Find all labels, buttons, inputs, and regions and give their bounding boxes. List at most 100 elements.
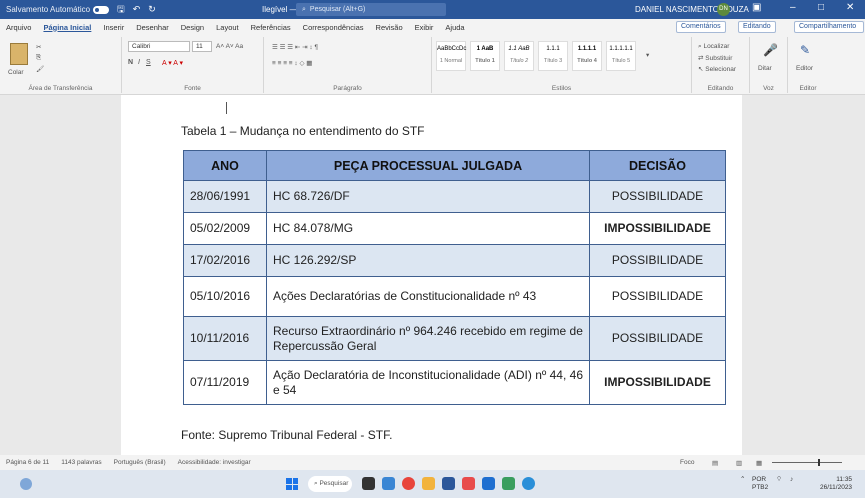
cell-date: 28/06/1991 [183,180,267,213]
tab-design[interactable]: Design [175,23,210,32]
tab-pagina-inicial[interactable]: Página Inicial [37,23,97,32]
language-status[interactable]: Português (Brasil) [114,459,166,466]
undo-icon[interactable]: ↶ [133,4,141,15]
comments-button[interactable]: Comentários [676,21,726,33]
tab-arquivo[interactable]: Arquivo [0,23,37,32]
editing-mode-button[interactable]: Editando [738,21,776,33]
cell-date: 17/02/2016 [183,244,267,277]
language-indicator[interactable]: POR PTB2 [752,476,768,492]
grow-font-icon[interactable]: A˄ A˅ Aa [216,43,243,50]
print-layout-icon[interactable]: ▥ [736,459,742,467]
italic-icon[interactable]: I [138,59,140,66]
table-row: 28/06/1991 HC 68.726/DF POSSIBILIDADE [183,180,726,213]
pdf-icon[interactable] [462,477,475,490]
format-painter-icon[interactable]: 🖌 [36,65,44,73]
cell-date: 07/11/2019 [183,360,267,405]
page-count[interactable]: Página 6 de 11 [6,459,49,466]
tab-inserir[interactable]: Inserir [97,23,130,32]
copy-icon[interactable]: ⎘ [36,54,41,62]
style-sample: 1 AaB [476,46,494,52]
cell-date: 05/10/2016 [183,276,267,317]
tab-revisao[interactable]: Revisão [370,23,409,32]
redo-icon[interactable]: ↻ [148,4,156,15]
style-sample: 1.1.1.1 [577,46,597,52]
font-size-select[interactable]: 11 [192,41,212,52]
style-titulo-2[interactable]: 1.1 AaB Título 2 [504,41,534,71]
store-icon[interactable] [482,477,495,490]
editor-pen-icon[interactable]: ✎ [800,43,810,57]
app-icon[interactable] [502,477,515,490]
search-input[interactable]: ⌕ Pesquisar (Alt+G) [296,3,446,16]
volume-icon[interactable]: ♪ [790,476,793,484]
paste-icon[interactable] [10,43,28,65]
zoom-slider[interactable] [772,462,842,463]
word-count[interactable]: 1143 palavras [61,459,101,466]
microphone-icon[interactable]: 🎤 [763,43,778,57]
header-piece: PEÇA PROCESSUAL JULGADA [266,150,590,181]
edge-icon[interactable] [522,477,535,490]
close-icon[interactable]: ✕ [846,2,854,13]
tab-desenhar[interactable]: Desenhar [130,23,175,32]
chrome-icon[interactable] [402,477,415,490]
table-row: 17/02/2016 HC 126.292/SP POSSIBILIDADE [183,244,726,277]
cell-decision: POSSIBILIDADE [589,316,726,361]
cell-date: 10/11/2016 [183,316,267,361]
user-name[interactable]: DANIEL NASCIMENTO SOUZA [635,5,749,14]
zoom-slider-thumb[interactable] [818,459,820,466]
minimize-icon[interactable]: – [790,2,796,13]
share-button[interactable]: Compartilhamento [794,21,864,33]
style-titulo-4[interactable]: 1.1.1.1 Título 4 [572,41,602,71]
read-mode-icon[interactable]: ▤ [712,459,718,467]
avatar[interactable]: DN [717,3,730,16]
style-sample: 1.1 AaB [508,46,530,52]
bullets-icon[interactable]: ☰ ☰ ☰ ⇤ ⇥ ↕ ¶ [272,43,318,51]
find-button[interactable]: ⌕ Localizar [698,43,729,51]
weather-icon[interactable] [20,478,32,490]
underline-icon[interactable]: S [146,59,151,66]
select-button[interactable]: ↖ Selecionar [698,65,736,73]
tab-exibir[interactable]: Exibir [409,23,440,32]
style-titulo-3[interactable]: 1.1.1 Título 3 [538,41,568,71]
task-view-icon[interactable] [362,477,375,490]
font-color-icon[interactable]: A ▾ A ▾ [162,59,183,67]
style-name: Título 5 [611,58,631,64]
dictate-label[interactable]: Ditar [758,65,772,72]
clipboard-group-label: Área de Transferência [28,85,93,92]
find-label: Localizar [703,43,730,50]
autosave-toggle[interactable] [93,5,110,14]
widgets-icon[interactable] [382,477,395,490]
save-icon[interactable]: 🖫 [117,2,125,18]
focus-button[interactable]: Foco [680,459,694,466]
style-titulo-5[interactable]: 1.1.1.1.1 Título 5 [606,41,636,71]
font-name-select[interactable]: Calibri [128,41,190,52]
bold-icon[interactable]: N [128,59,133,66]
network-icon[interactable]: ⌔ [776,476,782,484]
tab-referencias[interactable]: Referências [245,23,297,32]
style-normal[interactable]: AaBbCcDc 1 Normal [436,41,466,71]
clock[interactable]: 11:35 26/11/2023 [820,476,852,492]
style-titulo-1[interactable]: 1 AaB Título 1 [470,41,500,71]
table-caption: Tabela 1 – Mudança no entendimento do ST… [181,124,425,138]
paste-label[interactable]: Colar [8,69,24,76]
cut-icon[interactable]: ✂ [36,43,41,51]
file-explorer-icon[interactable] [422,477,435,490]
taskbar-search[interactable]: ⌕ Pesquisar [308,476,352,492]
cell-decision: POSSIBILIDADE [589,244,726,277]
text-cursor [226,102,227,114]
style-name: Título 3 [543,58,563,64]
maximize-icon[interactable]: □ [818,2,824,13]
replace-button[interactable]: ⇄ Substituir [698,54,732,62]
editor-label[interactable]: Editor [796,65,813,72]
tab-correspondencias[interactable]: Correspondências [297,23,370,32]
tab-ajuda[interactable]: Ajuda [439,23,470,32]
accessibility-status[interactable]: Acessibilidade: investigar [178,459,251,466]
align-icon[interactable]: ≡ ≡ ≡ ≡ ↕ ◇ ▦ [272,59,312,67]
ribbon-display-icon[interactable]: ▣ [752,2,761,13]
word-taskbar-icon[interactable] [442,477,455,490]
start-icon[interactable] [286,478,298,490]
styles-more-icon[interactable]: ▾ [646,51,649,59]
web-layout-icon[interactable]: ▦ [756,459,762,467]
tray-chevron-icon[interactable]: ⌃ [740,476,745,484]
taskbar-search-label: Pesquisar [319,480,349,487]
tab-layout[interactable]: Layout [210,23,245,32]
